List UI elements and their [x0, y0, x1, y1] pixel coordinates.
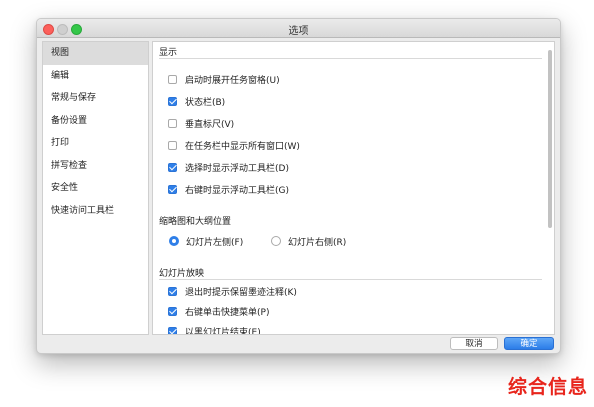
option-label: 在任务栏中显示所有窗口(W): [185, 141, 300, 152]
radio-button[interactable]: [271, 236, 281, 246]
option-expand-task-pane[interactable]: 启动时展开任务窗格(U): [168, 72, 280, 86]
checkbox[interactable]: [168, 118, 177, 128]
window-title: 选项: [288, 26, 309, 37]
sidebar-item-view[interactable]: 视图: [43, 42, 148, 65]
sidebar-item-edit[interactable]: 编辑: [43, 65, 148, 88]
option-label: 状态栏(B): [185, 97, 226, 108]
option-floating-toolbar-select[interactable]: 选择时显示浮动工具栏(D): [168, 160, 289, 174]
option-label: 退出时提示保留墨迹注释(K): [185, 287, 297, 298]
option-label: 选择时显示浮动工具栏(D): [185, 163, 289, 174]
section-header-thumbnail: 缩略图和大纲位置: [159, 217, 232, 227]
section-header-slideshow: 幻灯片放映: [159, 269, 205, 279]
option-label: 垂直标尺(V): [185, 119, 235, 130]
watermark-text: 综合信息: [507, 376, 588, 398]
sidebar-item-general-save[interactable]: 常规与保存: [43, 87, 148, 110]
option-rightclick-menu[interactable]: 右键单击快捷菜单(P): [168, 304, 269, 318]
checkbox[interactable]: [168, 184, 177, 194]
section-divider: [159, 279, 542, 280]
option-keep-ink[interactable]: 退出时提示保留墨迹注释(K): [168, 284, 297, 298]
ok-button[interactable]: 确定: [504, 337, 554, 350]
checkbox[interactable]: [168, 326, 177, 334]
option-label: 右键时显示浮动工具栏(G): [185, 185, 289, 196]
title-bar[interactable]: 选项: [37, 19, 560, 38]
radio-button[interactable]: [169, 236, 179, 246]
option-label: 以黑幻灯片结束(E): [185, 327, 261, 335]
option-status-bar[interactable]: 状态栏(B): [168, 94, 225, 108]
option-label: 幻灯片左侧(F): [186, 237, 244, 248]
checkbox[interactable]: [168, 140, 177, 150]
cancel-button[interactable]: 取消: [450, 337, 498, 350]
option-label: 幻灯片右侧(R): [288, 237, 347, 248]
option-floating-toolbar-rightclick[interactable]: 右键时显示浮动工具栏(G): [168, 182, 289, 196]
sidebar-item-security[interactable]: 安全性: [43, 177, 148, 200]
option-label: 启动时展开任务窗格(U): [185, 75, 280, 86]
sidebar-item-spellcheck[interactable]: 拼写检查: [43, 155, 148, 178]
section-divider: [159, 58, 542, 59]
sidebar-item-quick-access[interactable]: 快速访问工具栏: [43, 200, 148, 223]
option-thumbnail-right[interactable]: 幻灯片右侧(R): [271, 234, 346, 248]
checkbox[interactable]: [168, 306, 177, 316]
option-show-all-windows[interactable]: 在任务栏中显示所有窗口(W): [168, 138, 300, 152]
content-scrollbar[interactable]: [548, 50, 552, 228]
options-sidebar: 视图 编辑 常规与保存 备份设置 打印 拼写检查 安全性 快速访问工具栏: [42, 41, 149, 335]
sidebar-item-print[interactable]: 打印: [43, 132, 148, 155]
option-end-black-slide[interactable]: 以黑幻灯片结束(E): [168, 324, 261, 335]
checkbox[interactable]: [168, 286, 177, 296]
checkbox[interactable]: [168, 96, 177, 106]
option-label: 右键单击快捷菜单(P): [185, 307, 270, 318]
options-dialog: 选项 视图 编辑 常规与保存 备份设置 打印 拼写检查 安全性 快速访问工具栏 …: [36, 18, 561, 354]
options-content-panel: 显示 启动时展开任务窗格(U) 状态栏(B) 垂直标尺(V) 在任务栏中显示所有…: [152, 41, 555, 335]
option-thumbnail-left[interactable]: 幻灯片左侧(F): [169, 234, 243, 248]
checkbox[interactable]: [168, 74, 177, 84]
option-vertical-ruler[interactable]: 垂直标尺(V): [168, 116, 234, 130]
section-header-display: 显示: [159, 48, 178, 58]
checkbox[interactable]: [168, 162, 177, 172]
sidebar-item-backup[interactable]: 备份设置: [43, 110, 148, 133]
